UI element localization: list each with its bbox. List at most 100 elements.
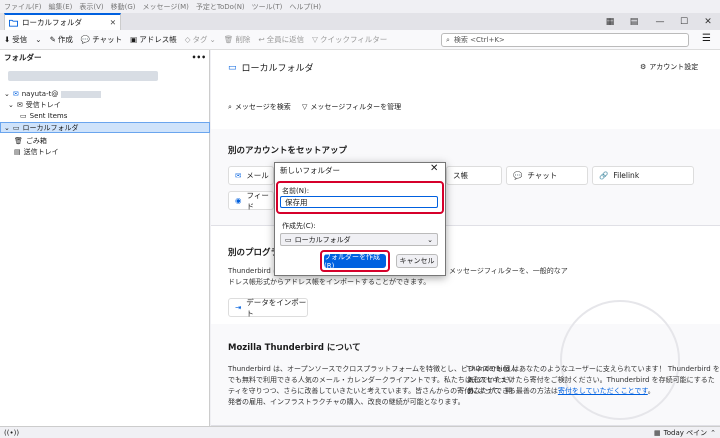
chevron-down-icon: ⌄ — [4, 124, 10, 132]
folder-icon: ▭ — [20, 112, 27, 120]
app-menu-icon[interactable]: ☰ — [702, 33, 711, 44]
folder-item-outbox[interactable]: ▤ 送信トレイ — [14, 147, 59, 157]
cancel-button[interactable]: キャンセル — [396, 254, 438, 268]
filter-icon: ▽ — [302, 103, 308, 111]
search-messages-label: メッセージを検索 — [234, 103, 291, 111]
chevron-down-icon: ⌄ — [427, 235, 433, 244]
online-status-icon[interactable]: ((•)) — [4, 429, 19, 437]
import-icon: ⇥ — [235, 303, 242, 312]
name-label: 名前(N): — [282, 187, 310, 195]
write-button[interactable]: ✎ 作成 — [50, 34, 73, 45]
address-book-button[interactable]: ▣ アドレス帳 — [130, 34, 177, 45]
setup-mail-label: メール — [246, 171, 269, 180]
folder-item-sent[interactable]: ▭ Sent Items — [20, 111, 67, 121]
chevron-up-icon: ⌃ — [710, 428, 716, 437]
tag-label: タグ — [192, 35, 208, 44]
account-settings-label: アカウント設定 — [649, 63, 699, 71]
get-mail-dropdown[interactable]: ⌄ — [35, 35, 41, 44]
menu-edit[interactable]: 編集(E) — [49, 2, 73, 12]
close-icon[interactable]: ✕ — [110, 18, 116, 27]
setup-address-book-card[interactable]: ス帳 — [446, 166, 502, 185]
import-text-line1a: Thunderbird に — [228, 267, 281, 275]
import-data-button[interactable]: ⇥ データをインポート — [228, 297, 308, 318]
blurred-account-info — [8, 71, 158, 81]
setup-chat-card[interactable]: 💬 チャット — [506, 166, 588, 185]
setup-mail-card[interactable]: ✉ メール — [228, 166, 274, 185]
inbox-icon: ✉ — [16, 101, 23, 109]
folder-item-account[interactable]: ⌄ ✉ nayuta-t@ — [4, 89, 102, 99]
delete-label: 削除 — [235, 35, 251, 44]
tab-local-folders[interactable]: ローカルフォルダ ✕ — [4, 13, 121, 30]
more-icon[interactable]: ••• — [192, 53, 206, 62]
folder-name-input[interactable]: 保存用 — [280, 196, 438, 208]
get-mail-label: 受信 — [12, 35, 28, 44]
import-text-line1b: メッセージフィルターを、一般的なア — [449, 267, 568, 275]
thunderbird-watermark-icon — [560, 300, 680, 420]
folder-item-trash[interactable]: 🗑 ごみ箱 — [14, 136, 47, 146]
tag-button[interactable]: ◇ タグ ⌄ — [185, 34, 216, 45]
download-icon: ⬇ — [4, 35, 11, 44]
tab-label: ローカルフォルダ — [22, 18, 82, 27]
chat-label: チャット — [92, 35, 123, 44]
search-input[interactable]: ⌕ 検索 <Ctrl+K> — [441, 33, 689, 47]
pencil-icon: ✎ — [49, 35, 56, 44]
menu-view[interactable]: 表示(V) — [79, 2, 103, 12]
search-messages-link[interactable]: ⌕ メッセージを検索 — [228, 102, 291, 112]
create-in-select[interactable]: ▭ ローカルフォルダ ⌄ — [280, 233, 438, 246]
folder-item-inbox[interactable]: ⌄ ✉ 受信トレイ — [8, 100, 61, 110]
quick-filter-button[interactable]: ▽ クイックフィルター — [312, 34, 387, 45]
donate-link[interactable]: 寄付をしていただくことです — [558, 387, 648, 395]
filter-icon: ▽ — [312, 35, 318, 44]
menu-file[interactable]: ファイル(F) — [4, 2, 42, 12]
setup-feed-card[interactable]: ◉ フィード — [228, 191, 274, 211]
menu-go[interactable]: 移動(G) — [111, 2, 136, 12]
inbox-label: 受信トレイ — [25, 101, 61, 109]
outbox-icon: ▤ — [14, 148, 21, 156]
reply-all-label: 全員に返信 — [266, 35, 305, 44]
donate-text-suffix: 。 — [647, 387, 655, 395]
mail-account-icon: ✉ — [12, 90, 19, 98]
menu-message[interactable]: メッセージ(M) — [143, 2, 189, 12]
calendar-icon[interactable]: ▦ — [598, 13, 622, 30]
folder-icon — [9, 19, 18, 27]
tasks-icon[interactable]: ▤ — [622, 13, 646, 30]
import-text-line2: ドレス帳形式からアドレス帳をインポートすることができます。 — [228, 278, 431, 286]
minimize-icon[interactable]: — — [648, 13, 672, 30]
window-close-icon[interactable]: ✕ — [696, 13, 720, 30]
today-pane-label: Today ペイン — [663, 428, 708, 437]
address-book-icon: ▣ — [130, 35, 138, 44]
chevron-down-icon: ⌄ — [8, 101, 14, 109]
delete-button[interactable]: 🗑 削除 — [224, 34, 251, 45]
account-settings-button[interactable]: ⚙ アカウント設定 — [640, 62, 698, 72]
maximize-icon[interactable]: ☐ — [672, 13, 696, 30]
reply-all-icon: ↩ — [258, 35, 265, 44]
about-heading: Mozilla Thunderbird について — [228, 343, 361, 353]
menu-tools[interactable]: ツール(T) — [252, 2, 283, 12]
search-icon: ⌕ — [446, 35, 450, 44]
dialog-close-icon[interactable]: ✕ — [430, 163, 438, 174]
about-text-line4: 発者の雇用、インフラストラクチャの購入、改良の継続が可能となります。 — [228, 398, 465, 406]
folder-item-local[interactable]: ⌄ ▭ ローカルフォルダ — [4, 123, 79, 133]
setup-filelink-card[interactable]: 🔗 Filelink — [592, 166, 694, 185]
manage-filters-link[interactable]: ▽ メッセージフィルターを管理 — [302, 102, 401, 112]
create-in-label: 作成先(C): — [282, 222, 316, 230]
quick-filter-label: クイックフィルター — [319, 35, 388, 44]
today-pane-toggle[interactable]: ▦ Today ペイン ⌃ — [654, 428, 716, 438]
address-book-label: アドレス帳 — [139, 35, 177, 44]
chat-button[interactable]: 💬 チャット — [81, 34, 122, 45]
import-data-label: データをインポート — [246, 297, 307, 318]
setup-filelink-label: Filelink — [613, 171, 640, 180]
chevron-down-icon: ⌄ — [4, 90, 10, 98]
reply-all-button[interactable]: ↩ 全員に返信 — [258, 34, 304, 45]
sent-label: Sent Items — [29, 112, 68, 120]
menu-events[interactable]: 予定とToDo(N) — [196, 2, 245, 12]
search-placeholder: 検索 <Ctrl+K> — [453, 36, 505, 44]
create-folder-button[interactable]: フォルダーを作成(R) — [324, 253, 386, 270]
menu-bar: ファイル(F) 編集(E) 表示(V) 移動(G) メッセージ(M) 予定とTo… — [0, 0, 720, 13]
trash-label: ごみ箱 — [25, 137, 47, 145]
get-mail-button[interactable]: ⬇ 受信 — [4, 34, 27, 45]
chevron-down-icon: ⌄ — [209, 35, 216, 44]
menu-help[interactable]: ヘルプ(H) — [289, 2, 321, 12]
folder-pane-header: フォルダー ••• — [0, 50, 210, 64]
page-title-text: ローカルフォルダ — [241, 64, 314, 74]
